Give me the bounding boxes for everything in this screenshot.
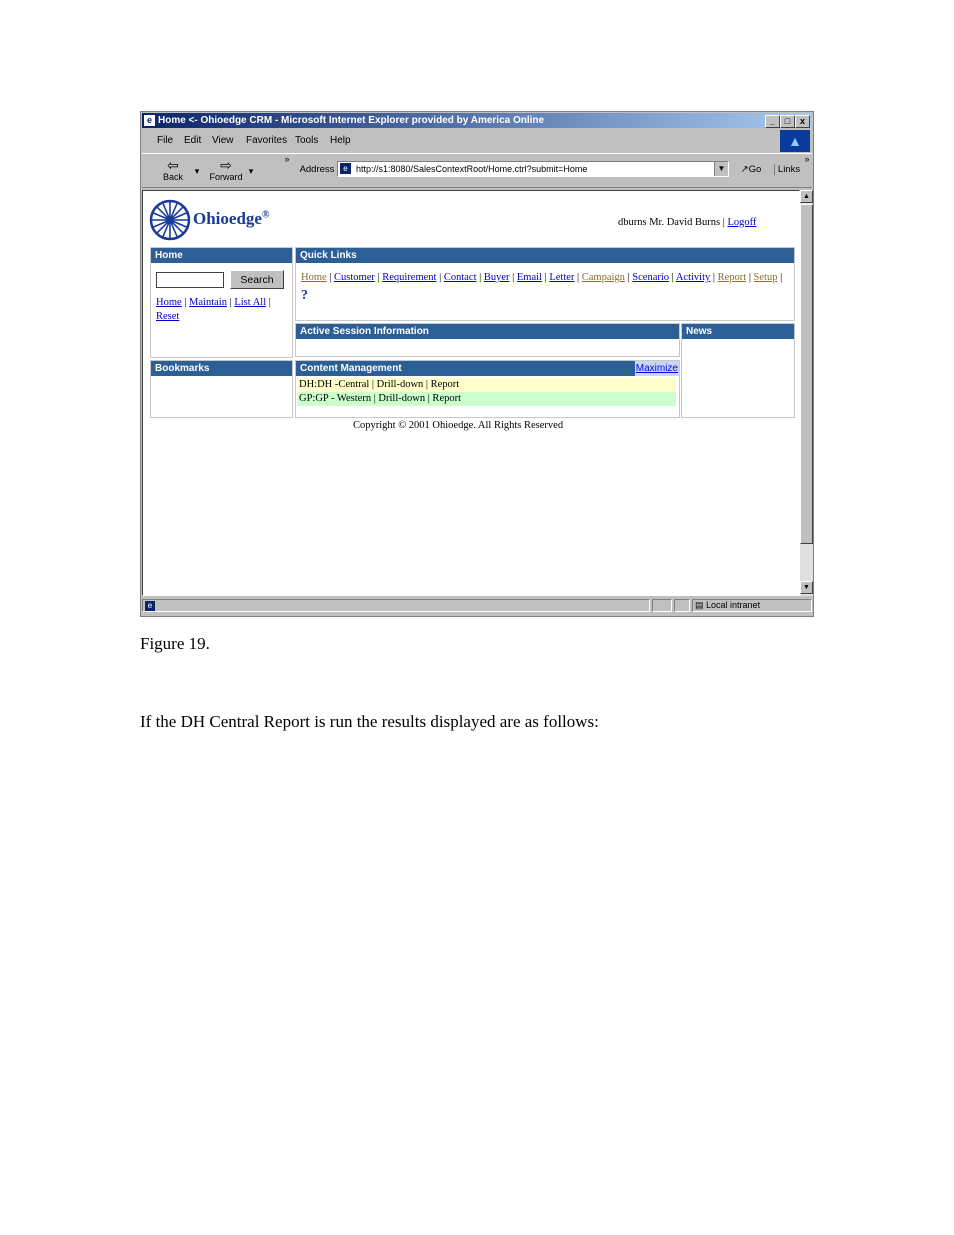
aol-logo-icon: ▲ — [780, 130, 810, 152]
news-title: News — [682, 324, 794, 339]
ql-letter-link[interactable]: Letter — [549, 272, 574, 283]
home-panel-title: Home — [151, 248, 292, 263]
home-panel: Home Search Home | Maintain | List All |… — [150, 247, 293, 358]
go-arrow-icon: ↗ — [740, 164, 749, 175]
back-label: Back — [162, 172, 183, 182]
logo-text: Ohioedge — [193, 209, 262, 228]
back-dropdown-icon[interactable]: ▾ — [192, 166, 202, 177]
window-title: Home <- Ohioedge CRM - Microsoft Interne… — [158, 115, 545, 126]
ql-scenario-link[interactable]: Scenario — [632, 272, 669, 283]
menu-file[interactable]: File — [157, 135, 173, 146]
body-paragraph: If the DH Central Report is run the resu… — [140, 712, 599, 731]
status-main: e — [142, 599, 650, 612]
forward-dropdown-icon[interactable]: ▾ — [246, 166, 256, 177]
toolbar: ⇦ Back ▾ ⇨ Forward ▾ » Address e http://… — [142, 153, 812, 188]
ql-activity-link[interactable]: Activity — [676, 272, 710, 283]
ql-contact-link[interactable]: Contact — [444, 272, 477, 283]
maximize-link[interactable]: Maximize — [634, 361, 679, 376]
content-management-title: Content Management Maximize — [296, 361, 679, 376]
content-management-panel: Content Management Maximize DH:DH -Centr… — [295, 360, 680, 418]
forward-arrow-icon: ⇨ — [220, 157, 232, 173]
content-row[interactable]: DH:DH -Central | Drill-down | Report — [297, 378, 676, 392]
vertical-scrollbar[interactable]: ▲ ▼ — [800, 190, 813, 596]
links-chevron-icon[interactable]: » — [802, 154, 812, 164]
go-label: Go — [748, 164, 762, 175]
bookmarks-title: Bookmarks — [151, 361, 292, 376]
content-management-label: Content Management — [300, 363, 402, 374]
user-name: dburns Mr. David Burns | — [618, 217, 725, 228]
go-button[interactable]: ↗Go — [736, 164, 766, 175]
maintain-link[interactable]: Maintain — [189, 297, 227, 308]
ie-page-icon: e — [145, 601, 155, 611]
address-dropdown-icon[interactable]: ▼ — [714, 162, 728, 176]
list-all-link[interactable]: List All — [234, 297, 266, 308]
quick-links-title: Quick Links — [296, 248, 794, 263]
menu-tools[interactable]: Tools — [295, 135, 318, 146]
scroll-down-icon[interactable]: ▼ — [800, 581, 813, 594]
search-input[interactable] — [156, 272, 224, 288]
minimize-button[interactable]: _ — [765, 115, 780, 128]
session-title: Active Session Information — [296, 324, 679, 339]
close-button[interactable]: x — [795, 115, 810, 128]
user-info: dburns Mr. David Burns | Logoff — [618, 217, 756, 228]
menu-favorites[interactable]: Favorites — [246, 135, 287, 146]
reset-link[interactable]: Reset — [156, 311, 179, 322]
logoff-link[interactable]: Logoff — [727, 217, 756, 228]
maximize-button[interactable]: □ — [780, 115, 795, 128]
back-arrow-icon: ⇦ — [167, 157, 179, 173]
ql-buyer-link[interactable]: Buyer — [484, 272, 510, 283]
ie-page-icon: e — [144, 115, 155, 126]
ql-home-link[interactable]: Home — [301, 272, 327, 283]
address-field[interactable]: e http://s1:8080/SalesContextRoot/Home.c… — [337, 161, 729, 177]
status-bar: e ▤ Local intranet — [142, 598, 812, 614]
chevron-more-icon[interactable]: » — [282, 154, 292, 164]
help-icon[interactable]: ? — [301, 288, 308, 303]
session-panel: Active Session Information — [295, 323, 680, 357]
status-pane — [652, 599, 672, 612]
forward-button[interactable]: ⇨ Forward — [206, 158, 246, 182]
ql-setup-link[interactable]: Setup — [754, 272, 778, 283]
home-link[interactable]: Home — [156, 297, 182, 308]
content-row[interactable]: GP:GP - Western | Drill-down | Report — [297, 392, 676, 406]
ql-customer-link[interactable]: Customer — [334, 272, 375, 283]
ie-page-icon: e — [340, 163, 351, 174]
browser-window: e Home <- Ohioedge CRM - Microsoft Inter… — [140, 111, 814, 617]
menu-view[interactable]: View — [212, 135, 234, 146]
menu-help[interactable]: Help — [330, 135, 351, 146]
links-button[interactable]: Links — [774, 164, 803, 175]
figure-caption: Figure 19. — [140, 634, 210, 653]
copyright-text: Copyright © 2001 Ohioedge. All Rights Re… — [353, 420, 564, 431]
intranet-icon: ▤ — [695, 600, 704, 610]
quick-links-list: Home | Customer | Requirement | Contact … — [301, 272, 783, 303]
address-label: Address — [299, 164, 335, 175]
ql-campaign-link[interactable]: Campaign — [582, 272, 625, 283]
forward-label: Forward — [209, 172, 243, 182]
address-url: http://s1:8080/SalesContextRoot/Home.ctr… — [356, 164, 588, 174]
quick-links-panel: Quick Links Home | Customer | Requiremen… — [295, 247, 795, 321]
ql-email-link[interactable]: Email — [517, 272, 542, 283]
back-button[interactable]: ⇦ Back — [158, 158, 188, 182]
news-panel: News — [681, 323, 795, 418]
zone-pane: ▤ Local intranet — [692, 599, 812, 612]
search-button[interactable]: Search — [230, 270, 284, 289]
home-links: Home | Maintain | List All | Reset — [156, 297, 271, 322]
status-pane — [674, 599, 690, 612]
menu-edit[interactable]: Edit — [184, 135, 201, 146]
page-viewport: Ohioedge® dburns Mr. David Burns | Logof… — [142, 190, 800, 596]
title-bar[interactable]: e Home <- Ohioedge CRM - Microsoft Inter… — [142, 113, 812, 128]
brand-name: Ohioedge® — [193, 209, 269, 229]
ohioedge-logo-icon — [149, 199, 191, 241]
scroll-up-icon[interactable]: ▲ — [800, 190, 813, 203]
ql-report-link[interactable]: Report — [718, 272, 747, 283]
ql-requirement-link[interactable]: Requirement — [382, 272, 436, 283]
scroll-thumb[interactable] — [800, 204, 813, 544]
registered-mark: ® — [261, 209, 270, 221]
menu-bar: File Edit View Favorites Tools Help ▲ — [142, 130, 812, 152]
bookmarks-panel: Bookmarks — [150, 360, 293, 418]
zone-label: Local intranet — [706, 600, 761, 610]
